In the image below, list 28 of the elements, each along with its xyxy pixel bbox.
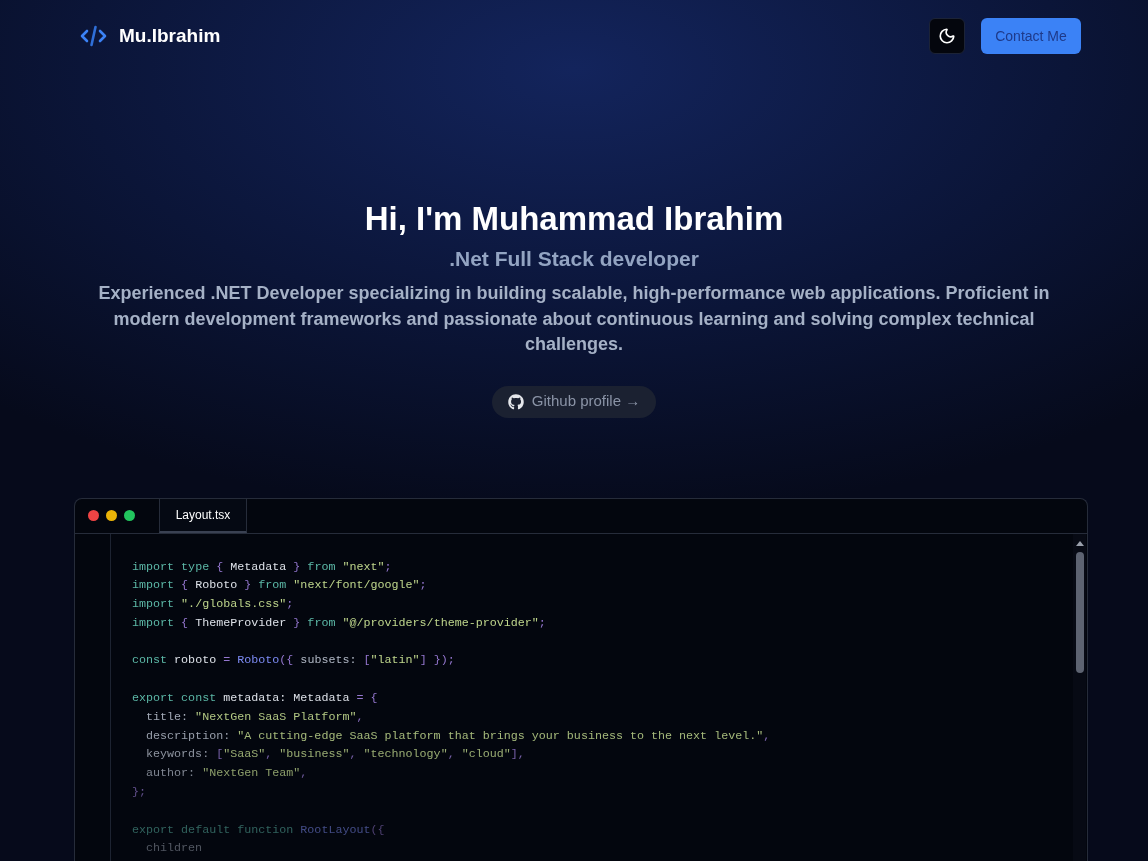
window-control-icon <box>88 510 99 521</box>
code-line: import { ThemeProvider } from "@/providers/theme-provider"; <box>132 614 546 632</box>
logo-link[interactable]: Mu.Ibrahim <box>80 21 221 51</box>
hero-subtitle: .Net Full Stack developer <box>449 246 699 272</box>
code-line: import { Roboto } from "next/font/google"; <box>132 577 427 595</box>
file-tab[interactable]: Layout.tsx <box>159 498 247 533</box>
code-line: title: "NextGen SaaS Platform", <box>145 708 364 726</box>
code-line: description: "A cutting-edge SaaS platform that brings your business to the next level.", <box>145 727 771 745</box>
code-line: const roboto = Roboto({ subsets: ["latin"] }); <box>132 652 455 670</box>
window-control-icon <box>124 510 135 521</box>
hero-title: Hi, I'm Muhammad Ibrahim <box>364 200 784 238</box>
scrollbar-thumb[interactable] <box>1075 551 1084 673</box>
code-line: children <box>145 840 203 858</box>
moon-icon <box>938 27 956 45</box>
scroll-up-icon[interactable] <box>1075 540 1084 546</box>
code-line: }; <box>132 784 147 802</box>
code-line: import "./globals.css"; <box>132 596 294 614</box>
code-line: author: "NextGen Team", <box>145 765 308 783</box>
code-brackets-icon <box>80 25 107 47</box>
code-line: export const metadata: Metadata = { <box>132 690 378 708</box>
github-icon <box>507 393 524 410</box>
github-profile-button[interactable]: Github profile → <box>491 385 657 418</box>
hero-description: Experienced .NET Developer specializing in building scalable, high-performance web applications. Proficient in modern development frameworks and passionate about continuous learning and solving complex technical challenges. <box>97 282 1051 356</box>
window-control-icon <box>106 510 117 521</box>
code-line: export default function RootLayout({ <box>132 821 385 839</box>
theme-toggle-button[interactable] <box>929 18 965 54</box>
code-line: import type { Metadata } from "next"; <box>132 558 392 576</box>
code-line: keywords: ["SaaS", "business", "technology", "cloud"], <box>145 746 525 764</box>
